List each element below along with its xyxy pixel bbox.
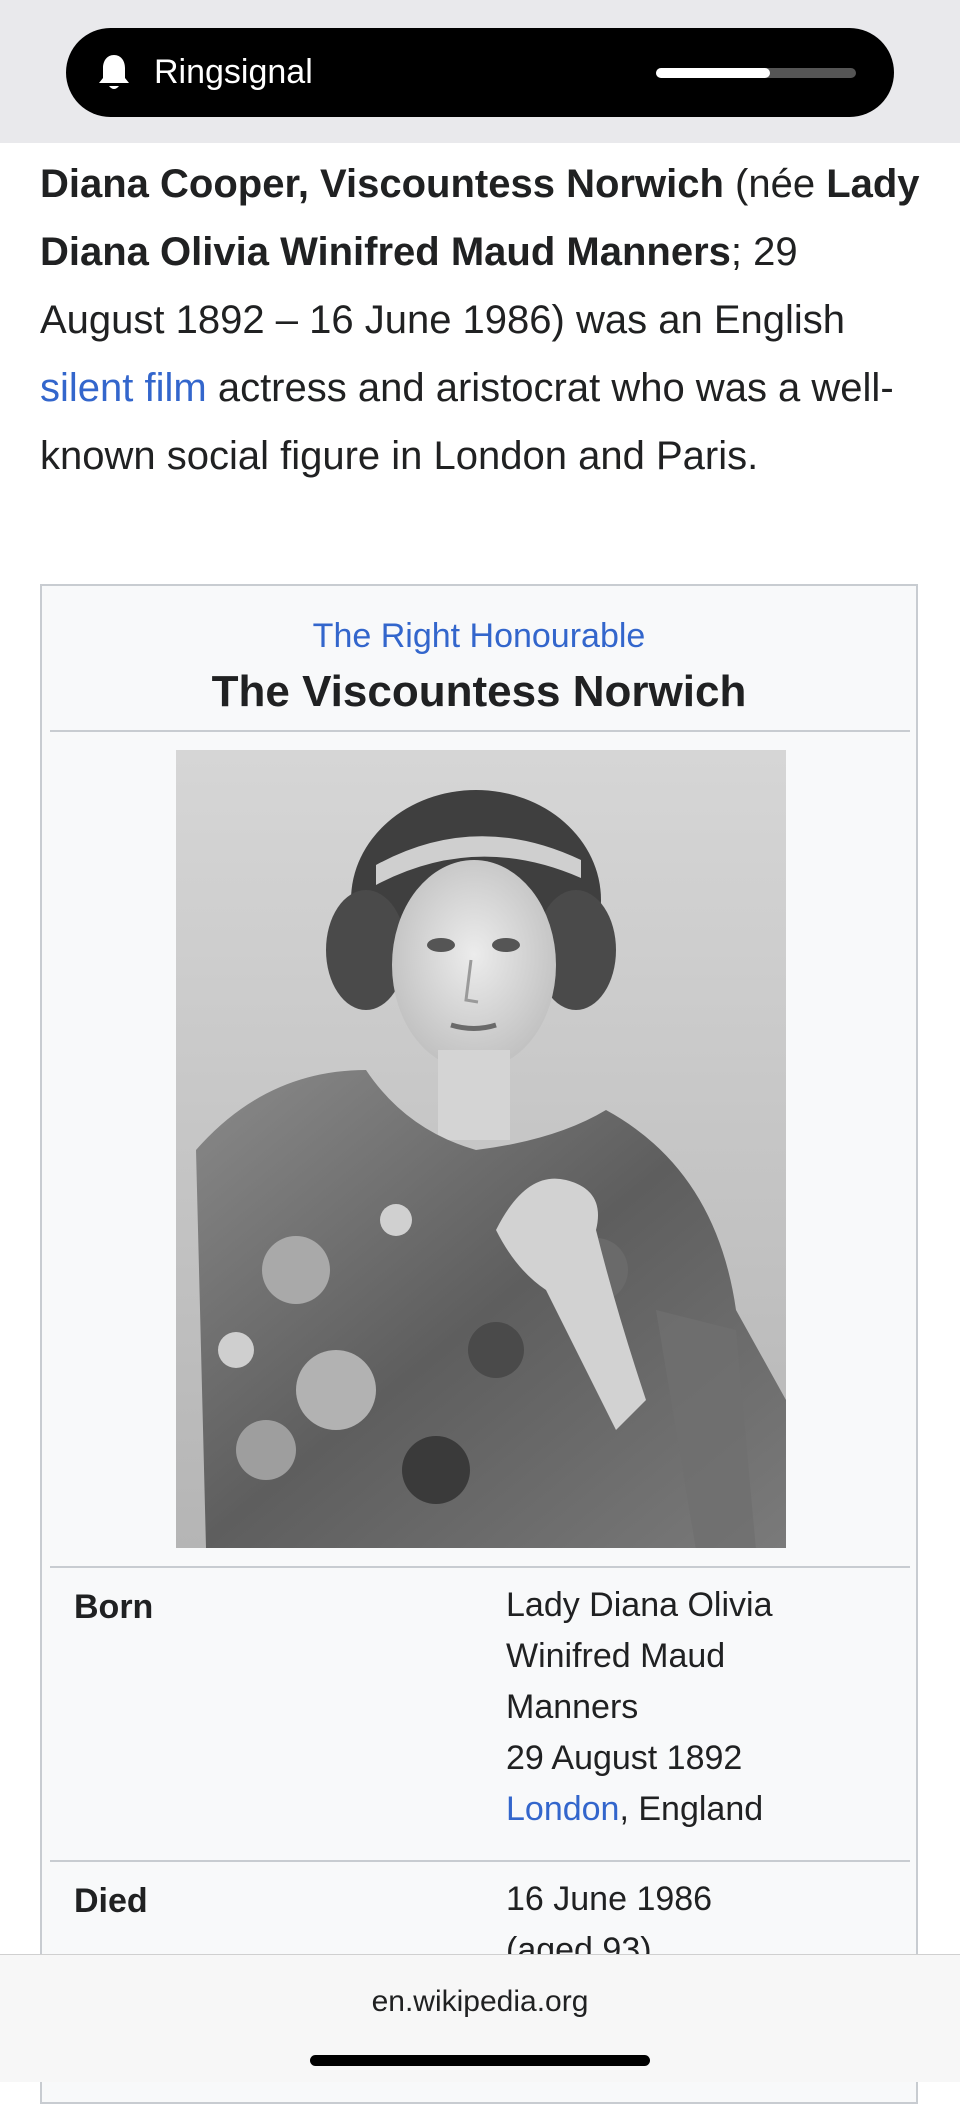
infobox: The Right Honourable The Viscountess Nor…	[40, 584, 918, 2104]
notification-title: Ringsignal	[154, 53, 313, 91]
browser-bottom-bar: en.wikipedia.org	[0, 1954, 960, 2082]
ringer-notification[interactable]: Ringsignal	[66, 28, 894, 117]
volume-level-fill	[656, 68, 770, 78]
died-date: 16 June 1986	[506, 1880, 713, 1918]
notification-banner-area: Ringsignal	[0, 0, 960, 143]
born-label: Born	[74, 1588, 154, 1626]
infobox-divider	[50, 1566, 910, 1568]
infobox-header: The Right Honourable The Viscountess Nor…	[42, 614, 916, 722]
nee-prefix: (née	[723, 162, 827, 206]
born-date: 29 August 1892	[506, 1739, 743, 1777]
portrait-image[interactable]	[176, 750, 786, 1548]
infobox-title: The Viscountess Norwich	[211, 667, 747, 716]
died-label: Died	[74, 1882, 148, 1920]
infobox-divider	[50, 1860, 910, 1862]
volume-slider[interactable]	[656, 68, 856, 78]
born-line: Winifred Maud	[506, 1637, 726, 1675]
born-line: Manners	[506, 1688, 639, 1726]
london-link[interactable]: London	[506, 1790, 619, 1828]
subject-name: Diana Cooper, Viscountess Norwich	[40, 162, 724, 206]
born-place-rest: , England	[619, 1790, 764, 1828]
bell-icon	[99, 55, 129, 89]
address-bar[interactable]: en.wikipedia.org	[0, 1985, 960, 2019]
born-line: Lady Diana Olivia	[506, 1586, 773, 1624]
portrait-photo	[176, 750, 786, 1548]
silent-film-link[interactable]: silent film	[40, 366, 207, 410]
born-value: Lady Diana Olivia Winifred Maud Manners …	[506, 1580, 906, 1835]
article-intro: Diana Cooper, Viscountess Norwich (née L…	[40, 150, 920, 490]
infobox-honorific[interactable]: The Right Honourable	[42, 614, 916, 658]
born-place: London, England	[506, 1784, 906, 1835]
infobox-divider	[50, 730, 910, 732]
home-indicator[interactable]	[310, 2055, 650, 2066]
